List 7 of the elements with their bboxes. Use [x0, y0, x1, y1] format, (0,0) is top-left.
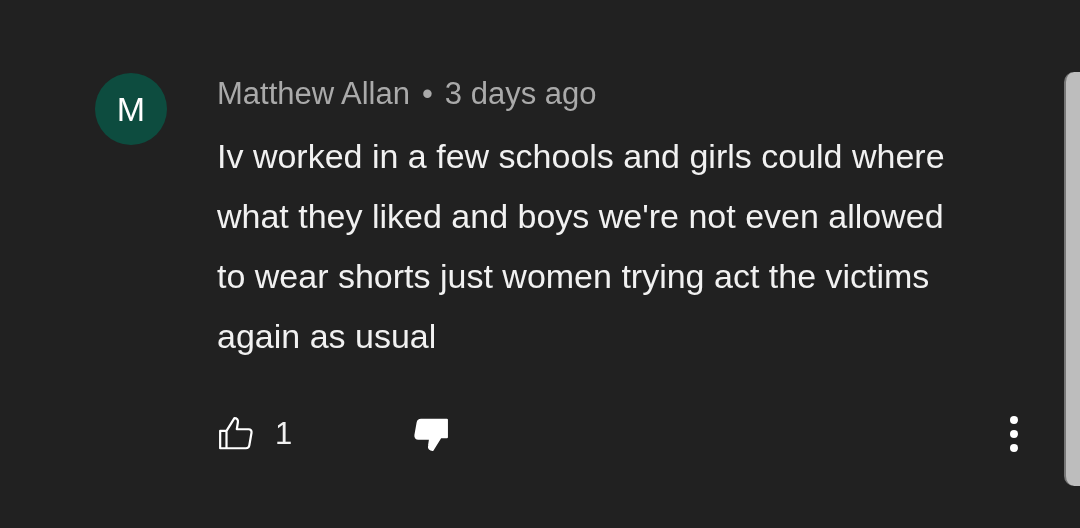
scrollbar[interactable] [1064, 72, 1080, 486]
avatar[interactable]: M [95, 73, 167, 145]
comment-text: Iv worked in a few schools and girls could where what they liked and boys we're not even allowed to wear shorts just women trying act the victims again as usual [217, 136, 946, 357]
comment-time: 3 days ago [444, 76, 597, 112]
author-name[interactable]: Matthew Allan [217, 76, 410, 112]
like-count: 1 [275, 416, 293, 452]
separator: • [422, 76, 433, 112]
